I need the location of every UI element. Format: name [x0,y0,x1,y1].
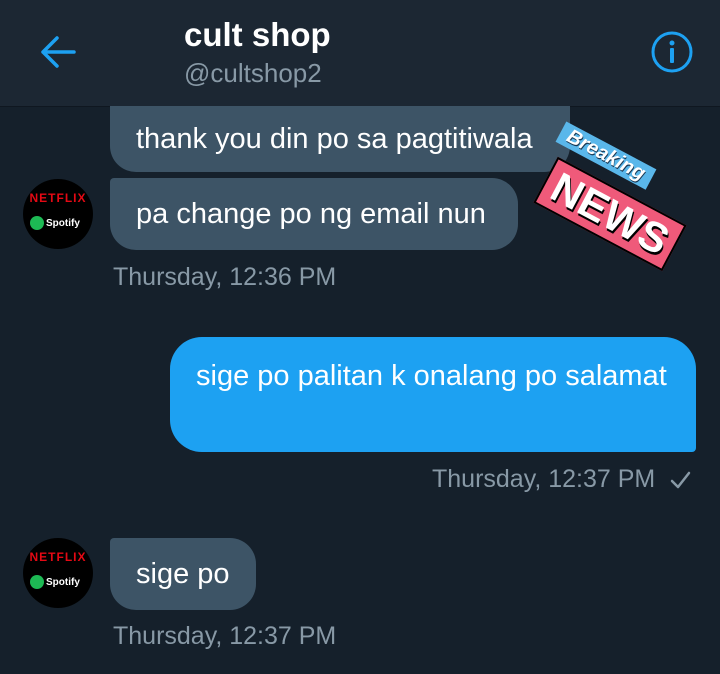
back-button[interactable] [38,32,78,72]
spotify-logo: Spotify [30,572,86,592]
checkmark-icon [671,471,691,488]
spotify-icon [30,575,44,589]
message-text: thank you din po sa pagtitiwala [136,123,533,155]
message-text: sige po [136,558,230,590]
message-text: pa change po ng email nun [136,198,486,230]
incoming-message[interactable]: thank you din po sa pagtitiwala [110,106,570,172]
conversation-handle: @cultshop2 [184,58,322,88]
contact-avatar[interactable]: NETFLIX Spotify [23,538,93,608]
sticker-news-text: NEWS [533,156,687,272]
info-button[interactable] [649,29,695,75]
spotify-icon [30,216,44,230]
breaking-news-sticker: Breaking NEWS [525,121,687,272]
spotify-logo: Spotify [30,213,86,233]
conversation-header: cult shop @cultshop2 [0,0,720,107]
incoming-message[interactable]: pa change po ng email nun [110,178,518,250]
incoming-message[interactable]: sige po [110,538,256,610]
message-text: sige po palitan k onalang po salamat [196,360,667,392]
arrow-left-icon [41,36,76,68]
contact-avatar[interactable]: NETFLIX Spotify [23,179,93,249]
outgoing-message[interactable]: sige po palitan k onalang po salamat [170,337,696,452]
netflix-logo: NETFLIX [29,550,87,564]
netflix-logo: NETFLIX [29,191,87,205]
message-timestamp: Thursday, 12:36 PM [113,263,337,291]
timestamp-text: Thursday, 12:37 PM [432,465,656,493]
conversation-title[interactable]: cult shop [184,16,331,54]
message-timestamp: Thursday, 12:37 PM [432,465,691,494]
info-icon [651,31,693,73]
message-timestamp: Thursday, 12:37 PM [113,622,337,650]
